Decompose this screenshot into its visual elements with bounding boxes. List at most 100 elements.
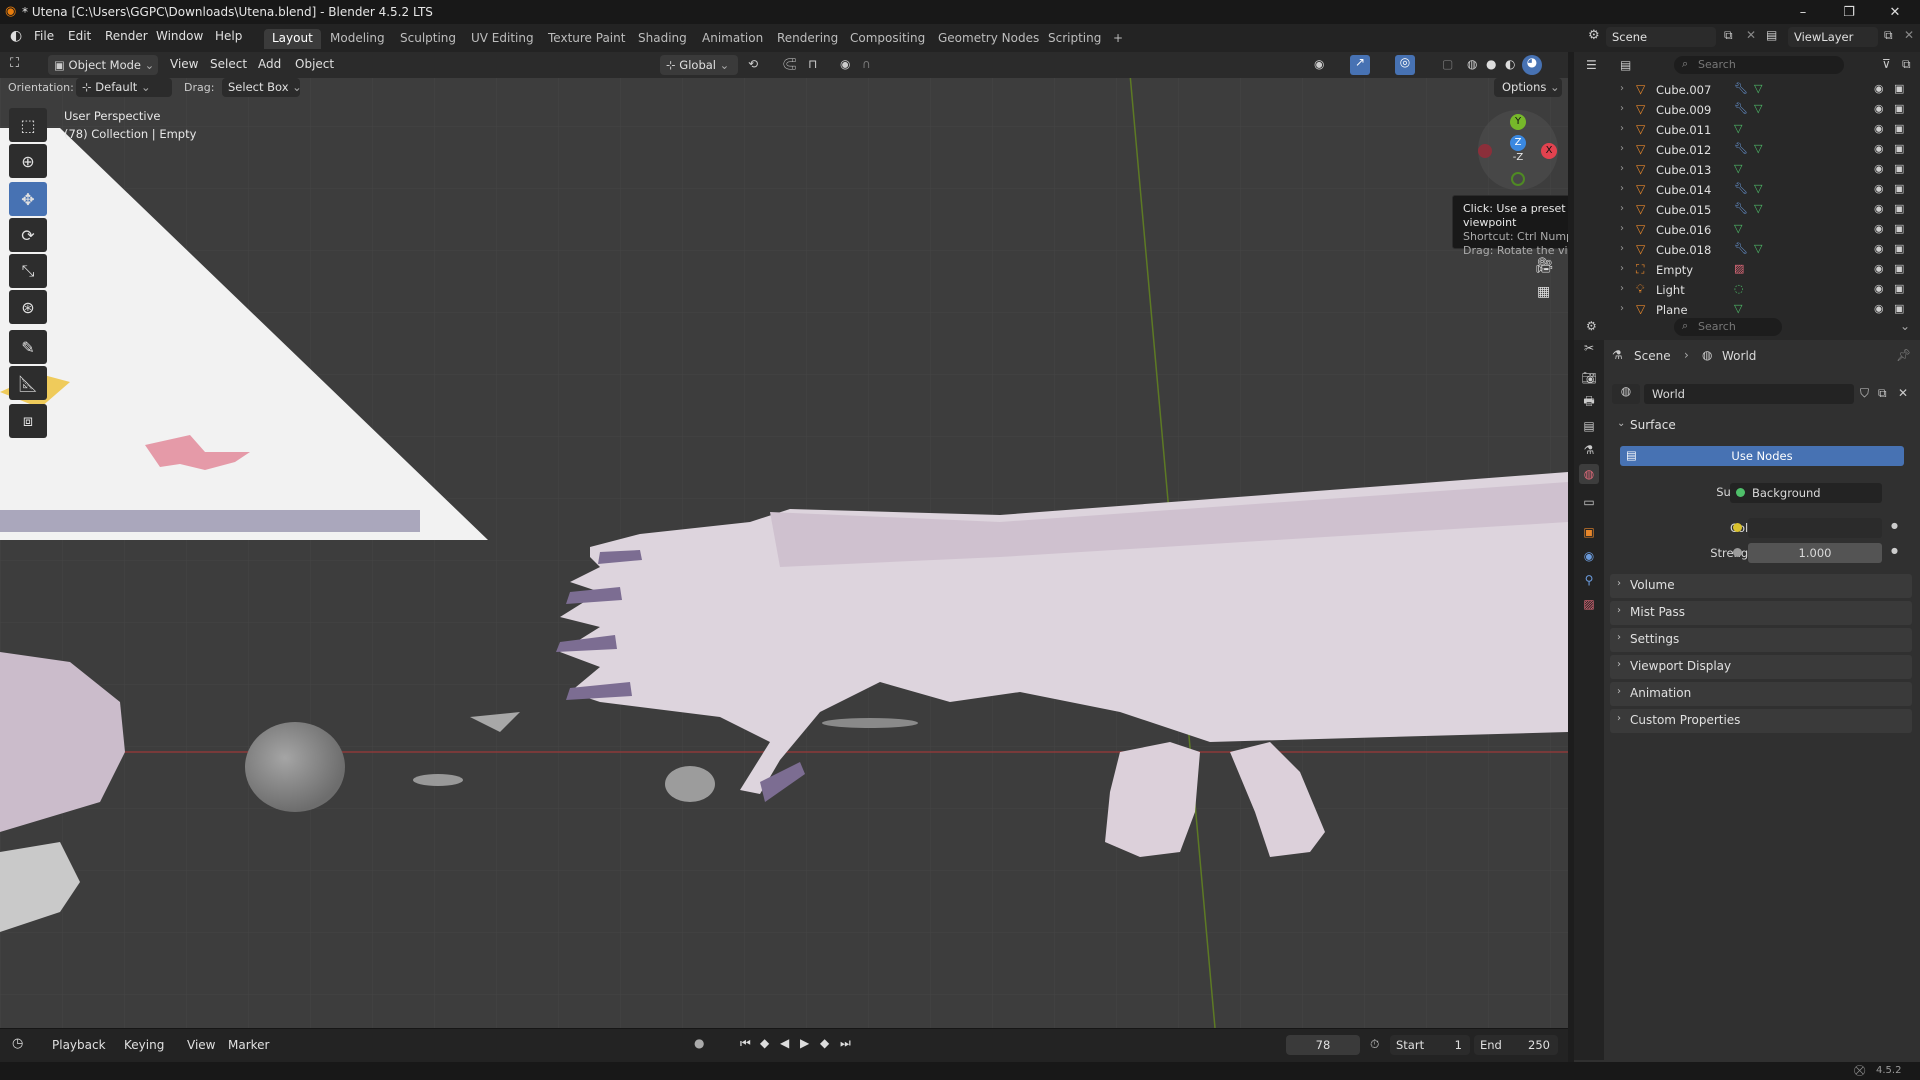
properties-editor-icon[interactable]: ⚙	[1586, 319, 1597, 333]
select-box-tool[interactable]: ⬚	[9, 108, 47, 142]
rotate-tool[interactable]: ⟳	[9, 218, 47, 252]
next-keyframe-icon[interactable]: ◆	[820, 1036, 829, 1050]
viewport-menu-object[interactable]: Object	[295, 57, 334, 71]
panel-animation[interactable]: › Animation	[1610, 682, 1912, 706]
outliner-item-name[interactable]: Cube.011	[1656, 123, 1711, 137]
end-frame-field[interactable]: End 250	[1474, 1035, 1558, 1055]
shading-rendered-icon[interactable]: ◕	[1522, 55, 1542, 75]
color-keyframe-dot-icon[interactable]: ●	[1891, 521, 1898, 530]
visibility-eye-icon[interactable]: ◉	[1874, 162, 1884, 175]
constraints-tab-icon[interactable]: ⚲	[1579, 570, 1599, 590]
tab-layout[interactable]: Layout	[264, 29, 321, 49]
new-scene-icon[interactable]: ⧉	[1724, 28, 1733, 43]
world-color-swatch[interactable]	[1748, 518, 1882, 538]
expand-chevron-icon[interactable]: ›	[1620, 183, 1624, 194]
maximize-button[interactable]: ❐	[1826, 0, 1872, 24]
tab-animation[interactable]: Animation	[694, 29, 771, 49]
preview-range-icon[interactable]: ⏱	[1370, 1037, 1379, 1052]
editor-type-icon[interactable]: ⛶	[10, 56, 19, 71]
cursor-tool[interactable]: ⊕	[9, 144, 47, 178]
scale-tool[interactable]: ⤡	[9, 254, 47, 288]
proportional-edit-icon[interactable]: ◉	[840, 57, 850, 71]
mesh-data-icon[interactable]: ▽	[1754, 142, 1762, 155]
timeline-menu-view[interactable]: View	[187, 1038, 215, 1052]
shading-solid-icon[interactable]: ●	[1486, 57, 1496, 71]
outliner-item-name[interactable]: Empty	[1656, 263, 1693, 277]
snap-toggle-icon[interactable]: 🧲︎	[782, 57, 797, 71]
move-tool[interactable]: ✥	[9, 182, 47, 216]
viewport-menu-add[interactable]: Add	[258, 57, 281, 71]
toggle-orthographic-icon[interactable]: ▦	[1537, 284, 1550, 300]
render-camera-icon[interactable]: ▣	[1894, 262, 1904, 275]
play-icon[interactable]: ▶	[800, 1036, 809, 1050]
scene-selector[interactable]: Scene	[1606, 27, 1716, 47]
unlink-world-icon[interactable]: ✕	[1898, 386, 1908, 400]
add-workspace-button[interactable]: +	[1105, 29, 1131, 49]
outliner-row[interactable]: › ▽ Cube.009 🔧︎ ▽ ◉ ▣	[1574, 100, 1920, 120]
light-data-icon[interactable]: ◌	[1734, 282, 1744, 295]
delete-scene-icon[interactable]: ✕	[1746, 28, 1756, 42]
gizmo-z-axis[interactable]: Z	[1510, 135, 1526, 151]
render-camera-icon[interactable]: ▣	[1894, 222, 1904, 235]
modifier-icon[interactable]: 🔧︎	[1734, 242, 1748, 255]
visibility-eye-icon[interactable]: ◉	[1874, 182, 1884, 195]
timeline-menu-playback[interactable]: Playback	[52, 1038, 106, 1052]
outliner-row[interactable]: › ▽ Cube.014 🔧︎ ▽ ◉ ▣	[1574, 180, 1920, 200]
play-reverse-icon[interactable]: ◀	[780, 1036, 789, 1050]
orientation-selector[interactable]: ⊹ Default ⌄	[76, 78, 172, 97]
world-tab-icon[interactable]: ◍	[1579, 464, 1599, 484]
shading-material-icon[interactable]: ◐	[1505, 57, 1515, 71]
visibility-eye-icon[interactable]: ◉	[1874, 82, 1884, 95]
viewport-menu-select[interactable]: Select	[210, 57, 247, 71]
panel-custom-properties[interactable]: › Custom Properties	[1610, 709, 1912, 733]
menu-file[interactable]: File	[34, 29, 54, 43]
fake-user-icon[interactable]: ⛉	[1860, 386, 1869, 401]
shading-wireframe-icon[interactable]: ◍	[1467, 57, 1477, 71]
tab-texture-paint[interactable]: Texture Paint	[540, 29, 633, 49]
mesh-data-icon[interactable]: ▽	[1734, 162, 1742, 175]
outliner-row[interactable]: › ▽ Cube.012 🔧︎ ▽ ◉ ▣	[1574, 140, 1920, 160]
scene-tab-icon[interactable]: ⚗	[1579, 440, 1599, 460]
menu-render[interactable]: Render	[105, 29, 148, 43]
mesh-data-icon[interactable]: ▽	[1734, 222, 1742, 235]
expand-chevron-icon[interactable]: ›	[1620, 243, 1624, 254]
options-dropdown[interactable]: Options ⌄	[1494, 78, 1562, 97]
visibility-selector-icon[interactable]: ◉	[1314, 57, 1324, 71]
visibility-eye-icon[interactable]: ◉	[1874, 282, 1884, 295]
current-frame-field[interactable]: 78	[1286, 1035, 1360, 1055]
render-camera-icon[interactable]: ▣	[1894, 102, 1904, 115]
outliner-row[interactable]: › ▽ Cube.016 ▽ ◉ ▣	[1574, 220, 1920, 240]
display-mode-icon[interactable]: ▤	[1620, 58, 1631, 72]
visibility-eye-icon[interactable]: ◉	[1874, 222, 1884, 235]
outliner-item-name[interactable]: Plane	[1656, 303, 1688, 314]
render-camera-icon[interactable]: ▣	[1894, 202, 1904, 215]
modifier-icon[interactable]: 🔧︎	[1734, 82, 1748, 95]
tab-compositing[interactable]: Compositing	[842, 29, 933, 49]
annotate-tool[interactable]: ✎	[9, 330, 47, 364]
pivot-point-icon[interactable]: ⟲	[748, 57, 758, 71]
render-camera-icon[interactable]: ▣	[1894, 122, 1904, 135]
snap-target-icon[interactable]: ⊓	[808, 57, 817, 71]
gizmo-neg-y-axis[interactable]	[1511, 172, 1525, 186]
visibility-eye-icon[interactable]: ◉	[1874, 122, 1884, 135]
mesh-data-icon[interactable]: ▽	[1754, 82, 1762, 95]
expand-chevron-icon[interactable]: ›	[1620, 143, 1624, 154]
properties-search-input[interactable]: ⌕ Search	[1674, 318, 1782, 336]
render-camera-icon[interactable]: ▣	[1894, 302, 1904, 314]
mesh-data-icon[interactable]: ▽	[1734, 302, 1742, 314]
xray-toggle-icon[interactable]: ▢	[1442, 57, 1453, 71]
use-nodes-button[interactable]: ▤ Use Nodes	[1620, 446, 1904, 466]
image-data-icon[interactable]: ▨	[1734, 262, 1744, 275]
view-layer-tab-icon[interactable]: ▤	[1579, 416, 1599, 436]
object-tab-icon[interactable]: ▣	[1579, 522, 1599, 542]
render-camera-icon[interactable]: ▣	[1894, 282, 1904, 295]
expand-chevron-icon[interactable]: ›	[1620, 223, 1624, 234]
render-camera-icon[interactable]: ▣	[1894, 162, 1904, 175]
tool-tab-icon[interactable]: ✂	[1579, 338, 1599, 358]
outliner-row[interactable]: › ▽ Cube.007 🔧︎ ▽ ◉ ▣	[1574, 80, 1920, 100]
expand-chevron-icon[interactable]: ›	[1620, 123, 1624, 134]
minimize-button[interactable]: –	[1780, 0, 1826, 24]
add-cube-tool[interactable]: ⧈	[9, 404, 47, 438]
jump-end-icon[interactable]: ⏭	[840, 1036, 851, 1051]
close-button[interactable]: ✕	[1872, 0, 1918, 24]
